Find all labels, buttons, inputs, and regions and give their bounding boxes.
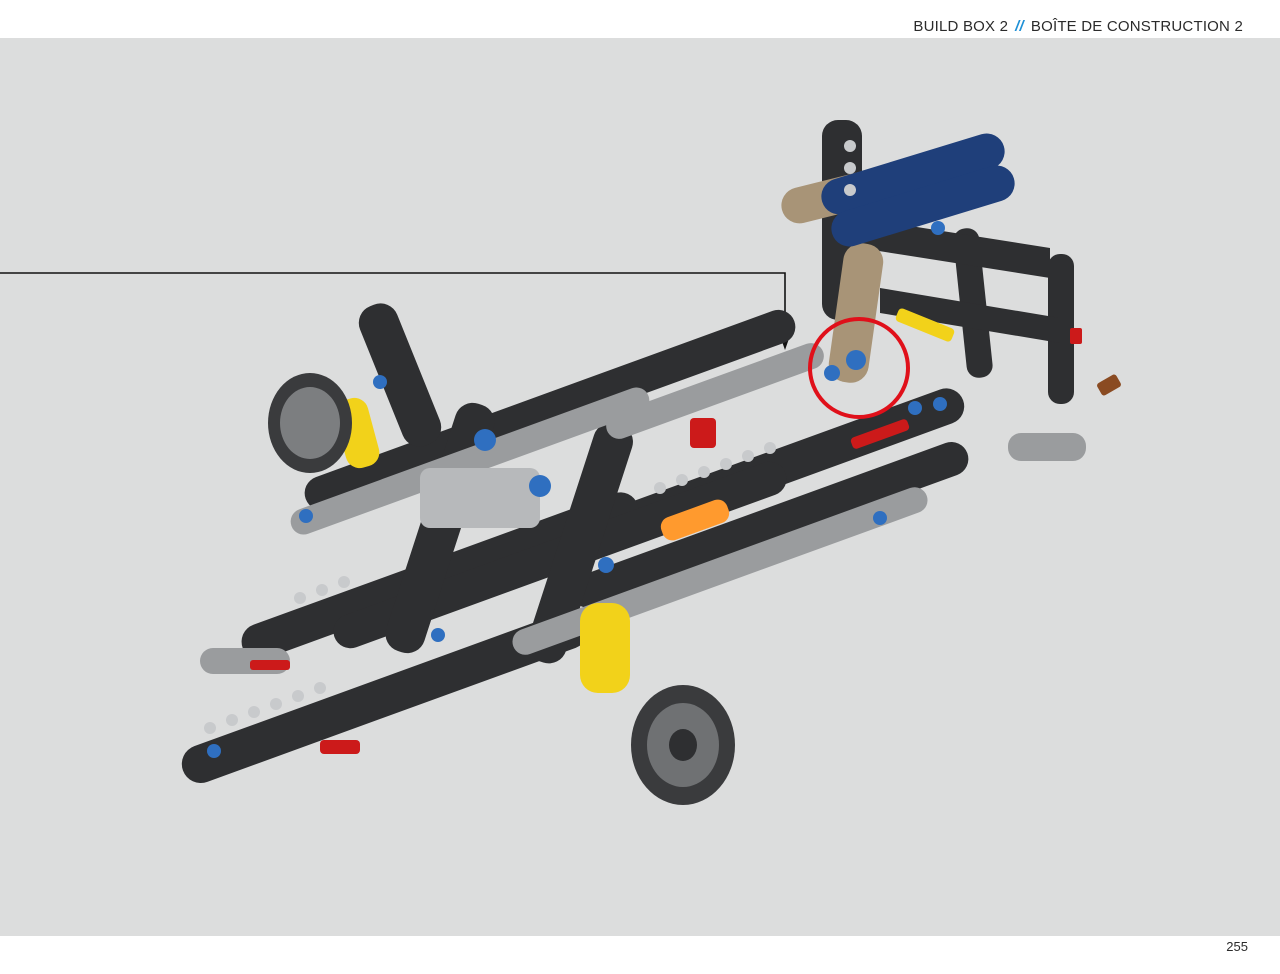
title-en: BUILD BOX 2 xyxy=(913,18,1009,35)
instruction-step-panel xyxy=(0,38,1280,936)
title-separator: // xyxy=(1015,18,1024,35)
page-footer: 255 xyxy=(0,936,1280,974)
title-fr: BOÎTE DE CONSTRUCTION 2 xyxy=(1030,18,1243,35)
build-box-title: BUILD BOX 2 // BOÎTE DE CONSTRUCTION 2 xyxy=(913,18,1243,35)
page-header: BUILD BOX 2 // BOÎTE DE CONSTRUCTION 2 xyxy=(0,0,1280,38)
lego-technic-chassis-icon xyxy=(0,120,1121,805)
page-number: 255 xyxy=(1226,939,1248,954)
